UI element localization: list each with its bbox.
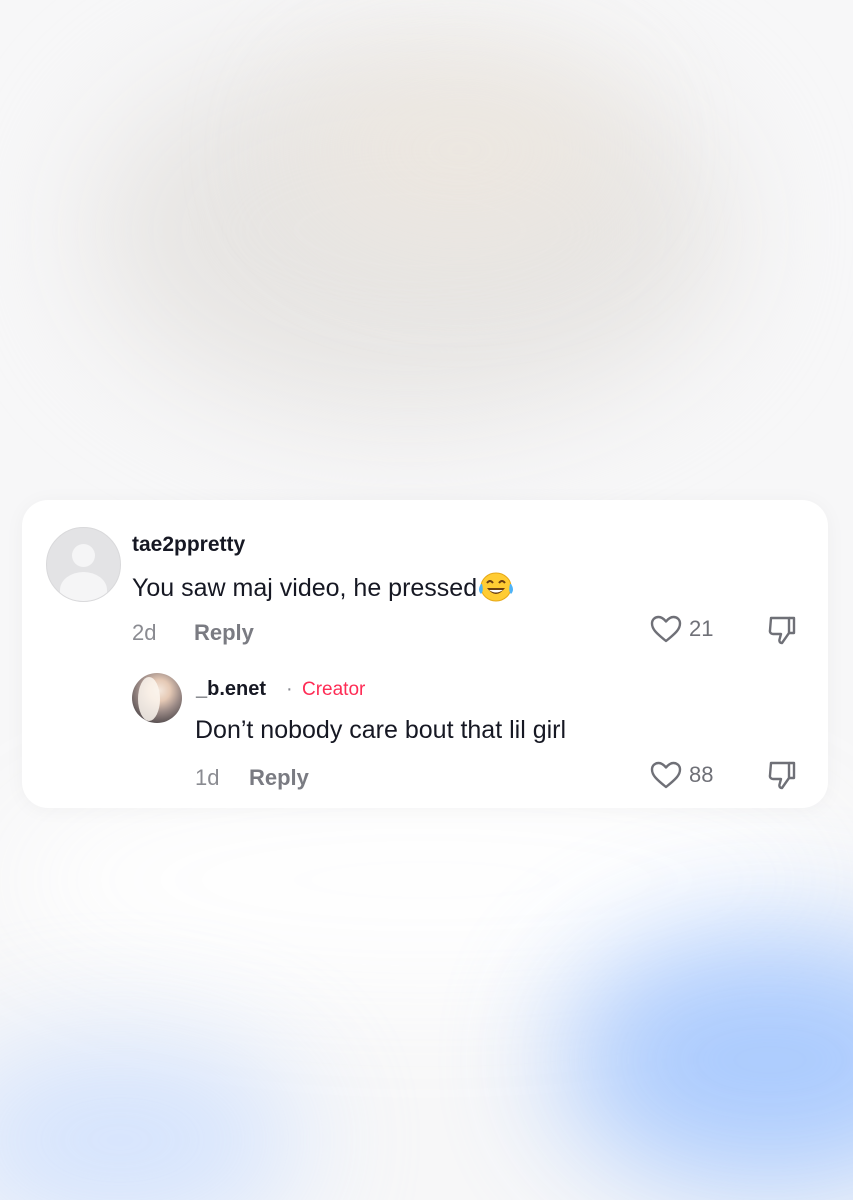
like-button[interactable]: 21 <box>650 614 713 644</box>
reply-button[interactable]: Reply <box>249 765 309 791</box>
comment-card: tae2ppretty You saw maj video, he presse… <box>22 500 828 808</box>
creator-badge: Creator <box>302 679 366 700</box>
avatar-head-shape <box>72 544 95 567</box>
comment-text: You saw maj video, he pressed <box>132 572 514 603</box>
avatar-photo-detail <box>138 677 160 721</box>
dislike-icon[interactable] <box>765 758 799 792</box>
dislike-icon[interactable] <box>765 613 799 647</box>
reply-username[interactable]: _b.enet <box>196 678 266 701</box>
face-with-tears-of-joy-icon <box>479 572 514 602</box>
comment-body: You saw maj video, he pressed <box>132 574 478 602</box>
avatar-shoulders-shape <box>60 572 107 601</box>
heart-icon <box>650 615 682 643</box>
reply-text: Don’t nobody care bout that lil girl <box>195 716 567 744</box>
like-count: 88 <box>689 762 714 787</box>
separator-dot: · <box>286 678 293 700</box>
like-count: 21 <box>689 616 714 641</box>
reply-timestamp: 1d <box>195 765 220 790</box>
comment-username[interactable]: tae2ppretty <box>132 533 245 557</box>
comment-timestamp: 2d <box>132 620 157 645</box>
background-blur-blue-left <box>0 1040 300 1200</box>
like-button[interactable]: 88 <box>650 760 713 790</box>
reply-button[interactable]: Reply <box>194 620 254 646</box>
heart-icon <box>650 761 682 789</box>
profile-photo-avatar[interactable] <box>132 673 182 723</box>
default-avatar-icon[interactable] <box>46 527 121 602</box>
background-blur-warm <box>300 60 620 240</box>
